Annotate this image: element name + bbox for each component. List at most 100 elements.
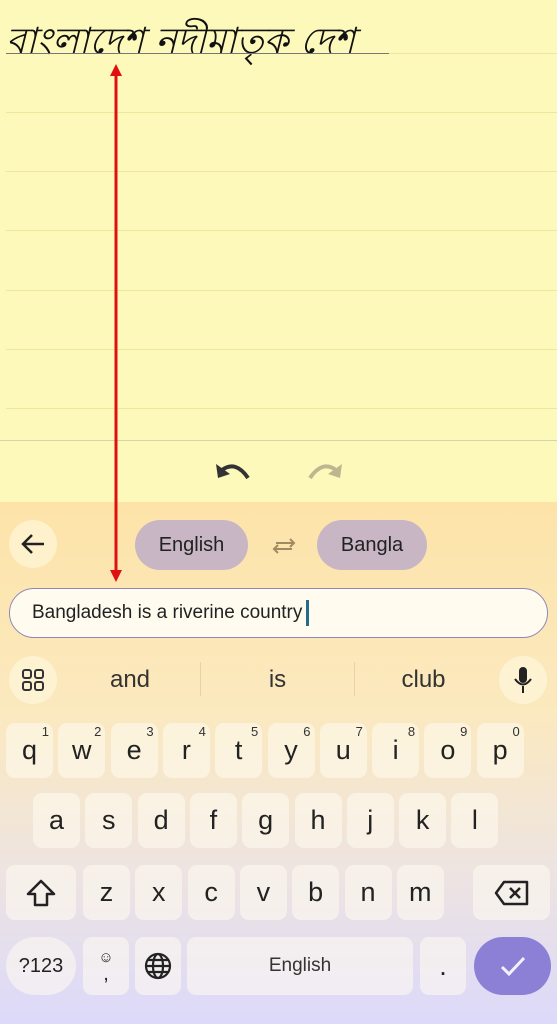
key-hint: 9 (460, 724, 468, 739)
voice-input-button[interactable] (499, 656, 547, 704)
key-t[interactable]: t5 (215, 723, 263, 778)
ruled-line (6, 230, 557, 231)
key-e[interactable]: e3 (110, 723, 158, 778)
language-switch-key[interactable] (135, 937, 181, 995)
key-label: o (440, 735, 456, 765)
key-q[interactable]: q1 (6, 723, 53, 778)
key-label: r (181, 735, 191, 765)
key-d[interactable]: d (137, 793, 185, 848)
ruled-line (6, 349, 557, 350)
ruled-line (6, 408, 557, 409)
suggestion[interactable]: is (201, 660, 354, 700)
key-a[interactable]: a (33, 793, 80, 848)
key-label: v (256, 877, 271, 907)
key-hint: 4 (198, 724, 206, 739)
key-label: a (48, 805, 65, 835)
backspace-key[interactable] (473, 865, 550, 920)
key-label: y (284, 735, 298, 765)
ruled-line (6, 112, 557, 113)
suggestion[interactable]: and (60, 660, 200, 700)
back-button[interactable] (9, 520, 57, 568)
note-canvas[interactable]: বাংলাদেশ নদীমাতৃক দেশ (0, 0, 557, 502)
key-i[interactable]: i8 (372, 723, 420, 778)
key-u[interactable]: u7 (319, 723, 367, 778)
key-l[interactable]: l (451, 793, 499, 848)
key-label: i (392, 735, 399, 765)
target-language-button[interactable]: Bangla (317, 520, 427, 570)
globe-icon (144, 952, 172, 980)
ruled-line (6, 290, 557, 291)
translate-input[interactable]: Bangladesh is a riverine country (9, 588, 548, 638)
key-hint: 0 (512, 724, 520, 739)
backspace-icon (494, 880, 528, 905)
handwriting-underline (6, 53, 389, 54)
shift-icon (26, 879, 56, 906)
comma-label: , (103, 963, 109, 985)
annotation-arrow (110, 64, 122, 582)
key-v[interactable]: v (239, 865, 287, 920)
key-hint: 1 (41, 724, 49, 739)
key-n[interactable]: n (344, 865, 392, 920)
key-y[interactable]: y6 (267, 723, 315, 778)
key-s[interactable]: s (85, 793, 133, 848)
shift-key[interactable] (6, 865, 76, 920)
key-hint: 6 (303, 724, 311, 739)
key-hint: 5 (250, 724, 259, 739)
period-key[interactable]: . (420, 937, 466, 995)
key-label: t (234, 735, 243, 765)
key-hint: 7 (355, 724, 363, 739)
key-h[interactable]: h (294, 793, 342, 848)
key-label: p (492, 735, 508, 765)
key-label: d (153, 805, 169, 835)
source-language-button[interactable]: English (135, 520, 248, 570)
key-label: n (360, 877, 376, 907)
symbols-key[interactable]: ?123 (6, 937, 76, 995)
key-hint: 3 (146, 724, 154, 739)
checkmark-icon (500, 956, 525, 977)
key-label: g (258, 805, 274, 835)
key-m[interactable]: m (396, 865, 444, 920)
redo-icon[interactable] (306, 460, 344, 486)
key-label: q (21, 735, 38, 765)
key-label: j (367, 805, 374, 835)
key-hint: 8 (407, 724, 416, 739)
text-cursor (306, 600, 310, 626)
space-key[interactable]: English (187, 937, 413, 995)
key-f[interactable]: f (189, 793, 237, 848)
key-w[interactable]: w2 (58, 723, 106, 778)
apps-button[interactable] (9, 656, 57, 704)
key-label: f (209, 805, 218, 835)
key-r[interactable]: r4 (162, 723, 210, 778)
arrow-left-icon (21, 534, 44, 554)
key-p[interactable]: p0 (476, 723, 524, 778)
key-label: w (72, 735, 92, 765)
key-label: l (471, 805, 478, 835)
enter-key[interactable] (474, 937, 551, 995)
microphone-icon (514, 667, 532, 693)
key-o[interactable]: o9 (424, 723, 472, 778)
key-label: x (152, 877, 166, 907)
key-label: h (310, 805, 326, 835)
divider (0, 440, 557, 441)
suggestion[interactable]: club (355, 660, 492, 700)
grid-icon (22, 669, 44, 691)
key-k[interactable]: k (399, 793, 447, 848)
key-c[interactable]: c (187, 865, 235, 920)
key-label: e (126, 735, 142, 765)
key-z[interactable]: z (83, 865, 130, 920)
comma-emoji-key[interactable]: ☺ , (83, 937, 129, 995)
key-b[interactable]: b (292, 865, 340, 920)
swap-icon[interactable] (270, 535, 298, 557)
key-label: k (415, 805, 430, 835)
ruled-line (6, 171, 557, 172)
key-label: u (335, 735, 351, 765)
key-label: m (409, 877, 432, 907)
key-label: z (99, 877, 114, 907)
key-label: b (308, 877, 324, 907)
key-label: s (102, 805, 116, 835)
key-label: c (204, 877, 218, 907)
key-j[interactable]: j (346, 793, 394, 848)
undo-icon[interactable] (214, 460, 252, 486)
key-x[interactable]: x (135, 865, 183, 920)
key-g[interactable]: g (242, 793, 290, 848)
